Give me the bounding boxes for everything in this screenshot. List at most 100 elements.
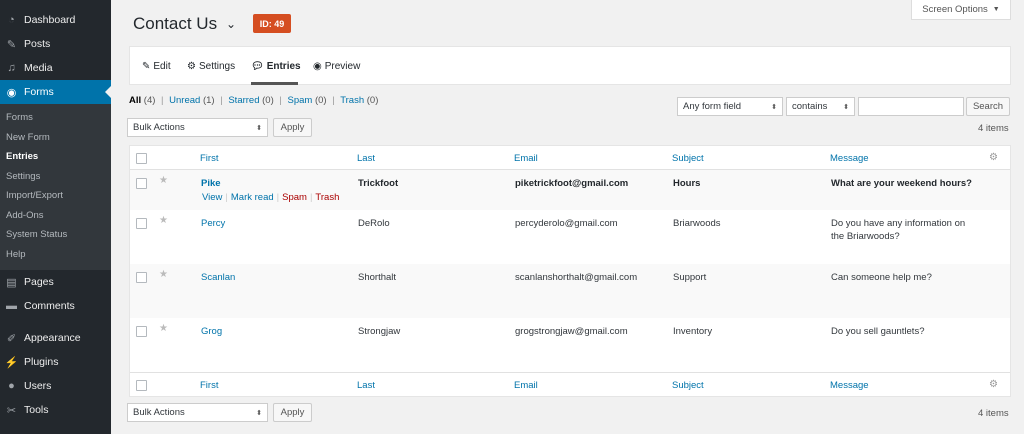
select-all-checkbox[interactable]	[136, 153, 147, 164]
entry-email: scanlanshorthalt@gmail.com	[515, 272, 638, 283]
filter-unread[interactable]: Unread (1)	[169, 95, 214, 106]
row-action-trash[interactable]: Trash	[315, 192, 339, 203]
row-checkbox[interactable]	[136, 218, 147, 229]
form-switcher-chevron-icon[interactable]: ⌄	[226, 17, 236, 31]
menu-label-media: Media	[24, 62, 53, 74]
users-icon: ●	[8, 380, 15, 392]
entry-message: What are your weekend hours?	[831, 178, 972, 189]
menu-item-plugins[interactable]: ⚡ Plugins	[0, 350, 111, 374]
row-action-mark-read[interactable]: Mark read	[231, 192, 274, 203]
comments-icon: ▬	[6, 300, 17, 312]
submenu-system-status[interactable]: System Status	[0, 225, 111, 245]
apply-button-top[interactable]: Apply	[273, 118, 312, 137]
submenu-help[interactable]: Help	[0, 245, 111, 265]
star-icon[interactable]: ★	[159, 323, 168, 334]
column-header-email[interactable]: Email	[514, 153, 538, 164]
toolbar-preview-label: Preview	[324, 61, 361, 72]
column-footer-first[interactable]: First	[200, 380, 218, 391]
menu-item-pages[interactable]: ▤ Pages	[0, 270, 111, 294]
pages-icon: ▤	[6, 276, 17, 289]
menu-item-tools[interactable]: ✂ Tools	[0, 398, 111, 422]
submenu-add-ons[interactable]: Add-Ons	[0, 206, 111, 226]
bulk-actions-select-bottom[interactable]: Bulk Actions ⬍	[127, 403, 268, 422]
table-row: ★ Grog Strongjaw grogstrongjaw@gmail.com…	[130, 318, 1010, 372]
column-header-first[interactable]: First	[200, 153, 218, 164]
entry-first[interactable]: Scanlan	[201, 271, 235, 284]
table-footer: First Last Email Subject Message ⚙	[130, 372, 1010, 396]
items-count-top: 4 items	[978, 123, 1009, 134]
entry-subject: Briarwoods	[673, 218, 721, 229]
menu-item-users[interactable]: ● Users	[0, 374, 111, 398]
entry-last: Trickfoot	[358, 178, 399, 189]
menu-item-dashboard[interactable]: ◔ Dashboard	[0, 8, 111, 32]
row-action-view[interactable]: View	[202, 192, 222, 203]
entry-email: grogstrongjaw@gmail.com	[515, 326, 628, 337]
column-footer-last[interactable]: Last	[357, 380, 375, 391]
star-icon[interactable]: ★	[159, 215, 168, 226]
filter-trash[interactable]: Trash (0)	[340, 95, 378, 106]
submenu-entries[interactable]: Entries	[0, 147, 111, 167]
apply-button-bottom[interactable]: Apply	[273, 403, 312, 422]
menu-item-forms[interactable]: ◉ Forms	[0, 80, 111, 104]
bulk-actions-select-top[interactable]: Bulk Actions ⬍	[127, 118, 268, 137]
star-icon[interactable]: ★	[159, 269, 168, 280]
form-id-badge: ID: 49	[253, 14, 291, 33]
forms-icon: ◉	[6, 86, 17, 99]
table-row: ★ Percy DeRolo percyderolo@gmail.com Bri…	[130, 210, 1010, 264]
column-settings-gear-icon[interactable]: ⚙	[989, 379, 998, 390]
menu-label-appearance: Appearance	[24, 332, 81, 344]
toolbar-preview[interactable]: ◉ Preview	[313, 61, 360, 72]
entry-first[interactable]: Percy	[201, 217, 225, 230]
entry-first[interactable]: Pike	[201, 177, 221, 190]
filter-starred[interactable]: Starred (0)	[228, 95, 273, 106]
screen-options-button[interactable]: Screen Options ▼	[911, 0, 1011, 20]
entry-first[interactable]: Grog	[201, 325, 222, 338]
row-checkbox[interactable]	[136, 178, 147, 189]
pin-icon: ✎	[6, 38, 17, 51]
row-actions: View | Mark read | Spam | Trash	[202, 192, 340, 203]
table-header: First Last Email Subject Message ⚙	[130, 146, 1010, 170]
row-checkbox[interactable]	[136, 326, 147, 337]
toolbar-edit[interactable]: ✎ Edit	[142, 61, 171, 72]
select-all-checkbox-footer[interactable]	[136, 380, 147, 391]
menu-label-posts: Posts	[24, 38, 51, 50]
page-title: Contact Us	[133, 14, 218, 33]
toolbar-entries[interactable]: 💬︎ Entries	[251, 61, 301, 72]
menu-item-appearance[interactable]: ✐ Appearance	[0, 326, 111, 350]
menu-label-pages: Pages	[24, 276, 54, 288]
entry-message: Do you sell gauntlets?	[831, 326, 925, 337]
column-header-last[interactable]: Last	[357, 153, 375, 164]
menu-item-posts[interactable]: ✎ Posts	[0, 32, 111, 56]
filter-all[interactable]: All (4)	[129, 95, 155, 106]
column-footer-message[interactable]: Message	[830, 380, 869, 391]
search-button[interactable]: Search	[966, 97, 1010, 116]
column-header-subject[interactable]: Subject	[672, 153, 704, 164]
search-field-select[interactable]: Any form field ⬍	[677, 97, 783, 116]
column-footer-email[interactable]: Email	[514, 380, 538, 391]
row-checkbox[interactable]	[136, 272, 147, 283]
toolbar-entries-label: Entries	[266, 61, 301, 72]
column-footer-subject[interactable]: Subject	[672, 380, 704, 391]
toolbar-edit-label: Edit	[153, 61, 171, 72]
row-action-spam[interactable]: Spam	[282, 192, 307, 203]
column-header-message[interactable]: Message	[830, 153, 869, 164]
filter-spam[interactable]: Spam (0)	[288, 95, 327, 106]
submenu-new-form[interactable]: New Form	[0, 128, 111, 148]
submenu-settings[interactable]: Settings	[0, 167, 111, 187]
star-icon[interactable]: ★	[159, 175, 168, 186]
select-arrows-icon: ⬍	[256, 409, 262, 417]
entry-last: Strongjaw	[358, 326, 401, 337]
menu-item-comments[interactable]: ▬ Comments	[0, 294, 111, 318]
toolbar-settings[interactable]: ⚙ Settings	[187, 61, 235, 72]
menu-label-users: Users	[24, 380, 52, 392]
menu-item-media[interactable]: ♫ Media	[0, 56, 111, 80]
search-input[interactable]	[858, 97, 964, 116]
submenu-import-export[interactable]: Import/Export	[0, 186, 111, 206]
column-settings-gear-icon[interactable]: ⚙	[989, 152, 998, 163]
search-operator-select[interactable]: contains ⬍	[786, 97, 855, 116]
items-count-bottom: 4 items	[978, 408, 1009, 419]
submenu-forms[interactable]: Forms	[0, 108, 111, 128]
active-tab-indicator	[251, 82, 298, 85]
entry-subject: Hours	[673, 178, 701, 189]
entry-message: Can someone help me?	[831, 272, 932, 283]
